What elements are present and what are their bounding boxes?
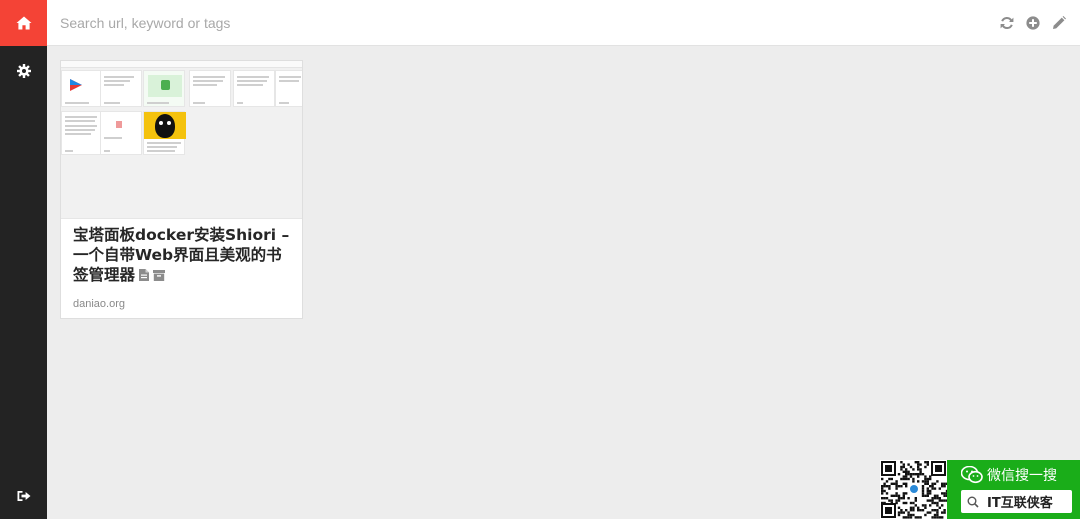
wechat-search-term: IT互联侠客	[987, 496, 1053, 511]
bookmark-body: 宝塔面板docker安装Shiori – 一个自带Web界面且美观的书签管理器 …	[61, 219, 302, 310]
pencil-icon	[1053, 16, 1066, 29]
thumbnail-tile	[61, 111, 103, 155]
thumbnail-tile	[100, 70, 142, 107]
wechat-search-box[interactable]: IT互联侠客	[961, 490, 1072, 513]
bookmark-title-block[interactable]: 宝塔面板docker安装Shiori – 一个自带Web界面且美观的书签管理器	[73, 225, 290, 286]
qr-code-image	[880, 460, 949, 519]
qr-code	[880, 460, 949, 519]
sidebar-item-settings[interactable]	[0, 48, 47, 94]
thumbnail-tile	[100, 111, 142, 155]
top-bar	[47, 0, 1080, 46]
sidebar-item-logout[interactable]	[0, 473, 47, 519]
wechat-label: 微信搜一搜	[987, 468, 1057, 484]
sidebar-item-home[interactable]	[0, 0, 47, 46]
wechat-icon	[961, 466, 983, 484]
search-input[interactable]	[60, 7, 760, 38]
thumbnail-tile	[189, 70, 231, 107]
archive-icon[interactable]	[153, 266, 166, 286]
bookmark-url[interactable]: daniao.org	[73, 298, 290, 310]
wechat-qr-widget[interactable]: 微信搜一搜 IT互联侠客	[880, 460, 1080, 519]
sign-out-icon	[17, 491, 30, 501]
search-icon	[967, 496, 979, 508]
wechat-label-row: 微信搜一搜	[961, 464, 1057, 486]
refresh-icon	[1000, 16, 1014, 30]
wechat-search-banner[interactable]: 微信搜一搜 IT互联侠客	[947, 460, 1080, 519]
file-text-icon[interactable]	[139, 266, 150, 286]
thumbnail-tile	[61, 70, 103, 107]
sidebar	[0, 0, 47, 519]
add-bookmark-button[interactable]	[1024, 14, 1042, 32]
thumbnail-tile	[143, 111, 186, 155]
thumbnail-header	[61, 61, 302, 68]
refresh-button[interactable]	[998, 14, 1016, 32]
edit-mode-button[interactable]	[1050, 14, 1068, 32]
bookmark-title[interactable]: 宝塔面板docker安装Shiori – 一个自带Web界面且美观的书签管理器	[73, 226, 289, 284]
thumbnail-tile	[143, 70, 185, 107]
thumbnail-tile	[275, 70, 302, 107]
thumbnail-tile	[233, 70, 275, 107]
home-icon	[16, 16, 31, 30]
gear-icon	[16, 64, 31, 78]
bookmark-card[interactable]: 宝塔面板docker安装Shiori – 一个自带Web界面且美观的书签管理器 …	[60, 60, 303, 319]
plus-circle-icon	[1026, 16, 1040, 30]
bookmark-thumbnail[interactable]	[61, 61, 302, 219]
top-actions	[998, 14, 1068, 32]
